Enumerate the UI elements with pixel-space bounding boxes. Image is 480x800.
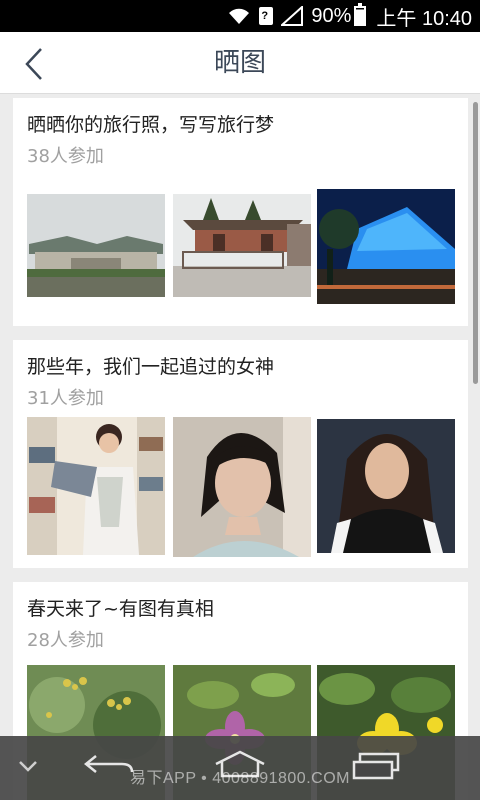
page-title: 晒图 <box>213 48 266 78</box>
signal-icon <box>281 6 304 26</box>
chevron-left-icon <box>25 48 42 80</box>
topic-title: 那些年，我们一起追过的女神 <box>27 356 275 378</box>
topic-card[interactable]: 那些年，我们一起追过的女神 31人参加 <box>13 340 468 568</box>
photo-thumbnail-building[interactable] <box>27 194 165 297</box>
app-header: 晒图 <box>0 32 480 94</box>
battery-percent: 90% <box>311 4 352 27</box>
back-button[interactable] <box>14 42 54 86</box>
wifi-icon <box>227 7 251 25</box>
status-bar: ? 90% 上午 10:40 <box>0 0 480 32</box>
topic-list[interactable]: 晒晒你的旅行照，写写旅行梦 38人参加 那些年，我们一起追过的女神 31人参加 … <box>0 94 480 800</box>
photo-thumbnail-night-lights[interactable] <box>317 189 455 304</box>
watermark-text: 易下APP • 4008891800.COM <box>130 770 350 787</box>
photo-thumbnail-woman-long-hair[interactable] <box>317 419 455 553</box>
participant-count: 28人参加 <box>27 630 104 651</box>
status-time: 上午 10:40 <box>376 7 472 30</box>
photo-thumbnail-woman-reading[interactable] <box>27 417 165 555</box>
participant-count: 38人参加 <box>27 146 104 167</box>
photo-thumbnail-temple[interactable] <box>173 194 311 297</box>
system-nav-bar: 易下APP • 4008891800.COM <box>0 736 480 800</box>
topic-title: 春天来了~有图有真相 <box>27 598 214 620</box>
participant-count: 31人参加 <box>27 388 104 409</box>
battery-icon <box>354 3 367 26</box>
topic-title: 晒晒你的旅行照，写写旅行梦 <box>27 114 275 136</box>
photo-thumbnail-woman-bob-hair[interactable] <box>173 417 311 557</box>
sim-icon: ? <box>259 7 274 25</box>
topic-card[interactable]: 晒晒你的旅行照，写写旅行梦 38人参加 <box>13 98 468 326</box>
scrollbar[interactable] <box>473 102 478 384</box>
